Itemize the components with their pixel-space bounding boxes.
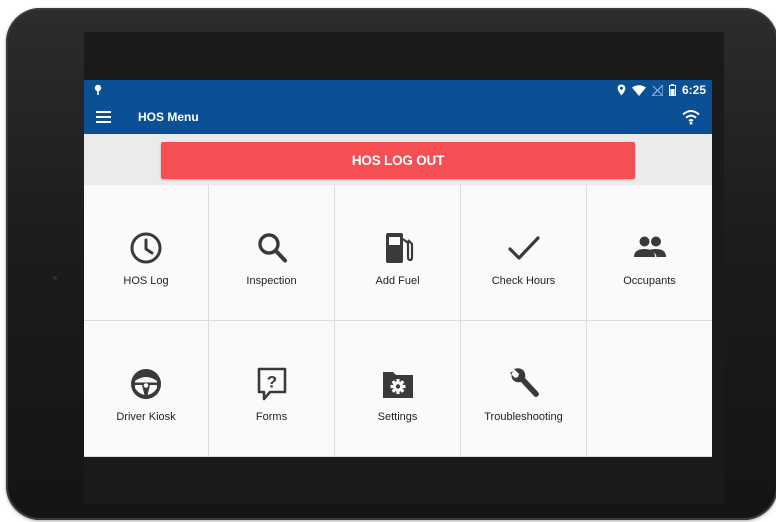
notification-icon [94, 84, 102, 95]
app-bar: HOS Menu [84, 100, 712, 134]
empty-tile [587, 321, 712, 457]
tile-label: Occupants [623, 275, 676, 287]
tile-troubleshooting[interactable]: Troubleshooting [461, 321, 587, 457]
wifi-icon[interactable] [682, 109, 700, 125]
page-title: HOS Menu [138, 110, 199, 124]
menu-grid: HOS Log Inspection Add Fuel Check Hours [84, 185, 712, 457]
battery-icon [668, 84, 676, 96]
tile-inspection[interactable]: Inspection [209, 185, 335, 321]
checkmark-icon [507, 236, 540, 260]
hamburger-menu-icon[interactable] [96, 111, 111, 123]
gear-folder-icon [382, 372, 413, 398]
people-icon [633, 236, 666, 257]
tile-label: Inspection [246, 275, 297, 287]
fuel-pump-icon [385, 233, 413, 263]
hos-logout-button[interactable]: HOS LOG OUT [161, 142, 635, 179]
tile-check-hours[interactable]: Check Hours [461, 185, 587, 321]
tile-forms[interactable]: ? Forms [209, 321, 335, 457]
tile-label: Forms [255, 411, 288, 423]
tile-label: Troubleshooting [484, 411, 563, 423]
front-camera [53, 276, 57, 280]
logout-bar: HOS LOG OUT [84, 134, 712, 186]
search-icon [257, 233, 287, 263]
tile-label: Check Hours [491, 275, 556, 287]
tile-occupants[interactable]: Occupants [587, 185, 712, 321]
question-bubble-icon: ? [257, 367, 286, 401]
steering-wheel-icon [131, 369, 161, 399]
status-time: 6:25 [681, 83, 706, 97]
location-icon [617, 84, 626, 96]
tile-driver-kiosk[interactable]: Driver Kiosk [84, 321, 209, 457]
no-sim-icon [651, 84, 663, 96]
wrench-icon [509, 368, 539, 397]
tile-hos-log[interactable]: HOS Log [84, 185, 209, 321]
status-bar: 6:25 [84, 80, 712, 100]
tile-label: Driver Kiosk [116, 411, 176, 423]
wifi-signal-icon [631, 84, 646, 96]
tile-add-fuel[interactable]: Add Fuel [335, 185, 461, 321]
svg-text:?: ? [266, 373, 276, 392]
clock-icon [130, 232, 162, 264]
app-screen: 6:25 HOS Menu HOS LOG OUT HOS Log Inspec… [84, 80, 712, 457]
tile-label: Add Fuel [375, 275, 420, 287]
tile-label: HOS Log [123, 275, 169, 287]
tile-settings[interactable]: Settings [335, 321, 461, 457]
tile-label: Settings [377, 411, 418, 423]
